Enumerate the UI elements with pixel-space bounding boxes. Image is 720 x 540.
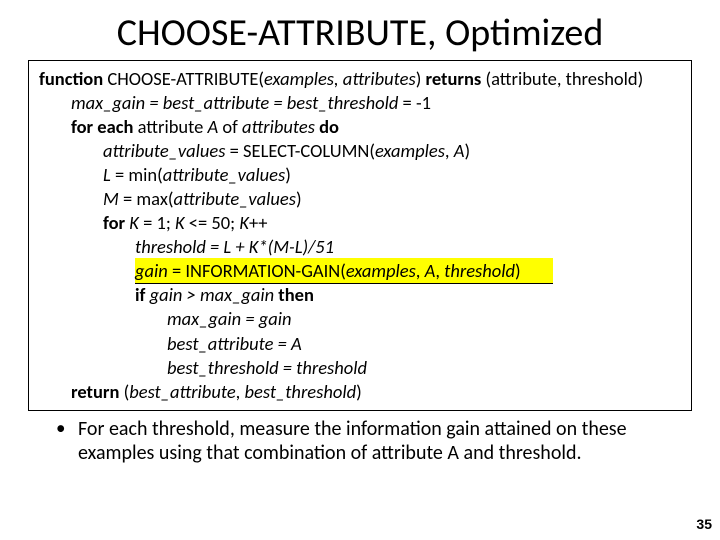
code-line: for K = 1; K <= 50; K++ bbox=[39, 211, 681, 235]
slide-title: CHOOSE-ATTRIBUTE, Optimized bbox=[28, 10, 692, 56]
code-line: max_gain = best_attribute = best_thresho… bbox=[39, 91, 681, 115]
page-number: 35 bbox=[696, 516, 712, 532]
pseudocode-box: function CHOOSE-ATTRIBUTE(examples, attr… bbox=[28, 60, 692, 411]
bullet-item: • For each threshold, measure the inform… bbox=[28, 417, 692, 466]
code-line: attribute_values = SELECT-COLUMN(example… bbox=[39, 139, 681, 163]
code-line: best_attribute = A bbox=[39, 332, 681, 356]
slide: CHOOSE-ATTRIBUTE, Optimized function CHO… bbox=[0, 0, 720, 540]
code-line: M = max(attribute_values) bbox=[39, 187, 681, 211]
bullet-icon: • bbox=[56, 417, 78, 440]
bullet-text: For each threshold, measure the informat… bbox=[78, 417, 672, 466]
code-line: threshold = L + K*(M-L)/51 bbox=[39, 235, 681, 259]
code-line-highlighted: gain = INFORMATION-GAIN(examples, A, thr… bbox=[39, 259, 681, 283]
code-line: if gain > max_gain then bbox=[39, 283, 681, 307]
code-line: function CHOOSE-ATTRIBUTE(examples, attr… bbox=[39, 67, 681, 91]
code-line: return (best_attribute, best_threshold) bbox=[39, 380, 681, 404]
code-line: for each attribute A of attributes do bbox=[39, 115, 681, 139]
code-line: L = min(attribute_values) bbox=[39, 163, 681, 187]
code-line: max_gain = gain bbox=[39, 307, 681, 331]
code-line: best_threshold = threshold bbox=[39, 356, 681, 380]
